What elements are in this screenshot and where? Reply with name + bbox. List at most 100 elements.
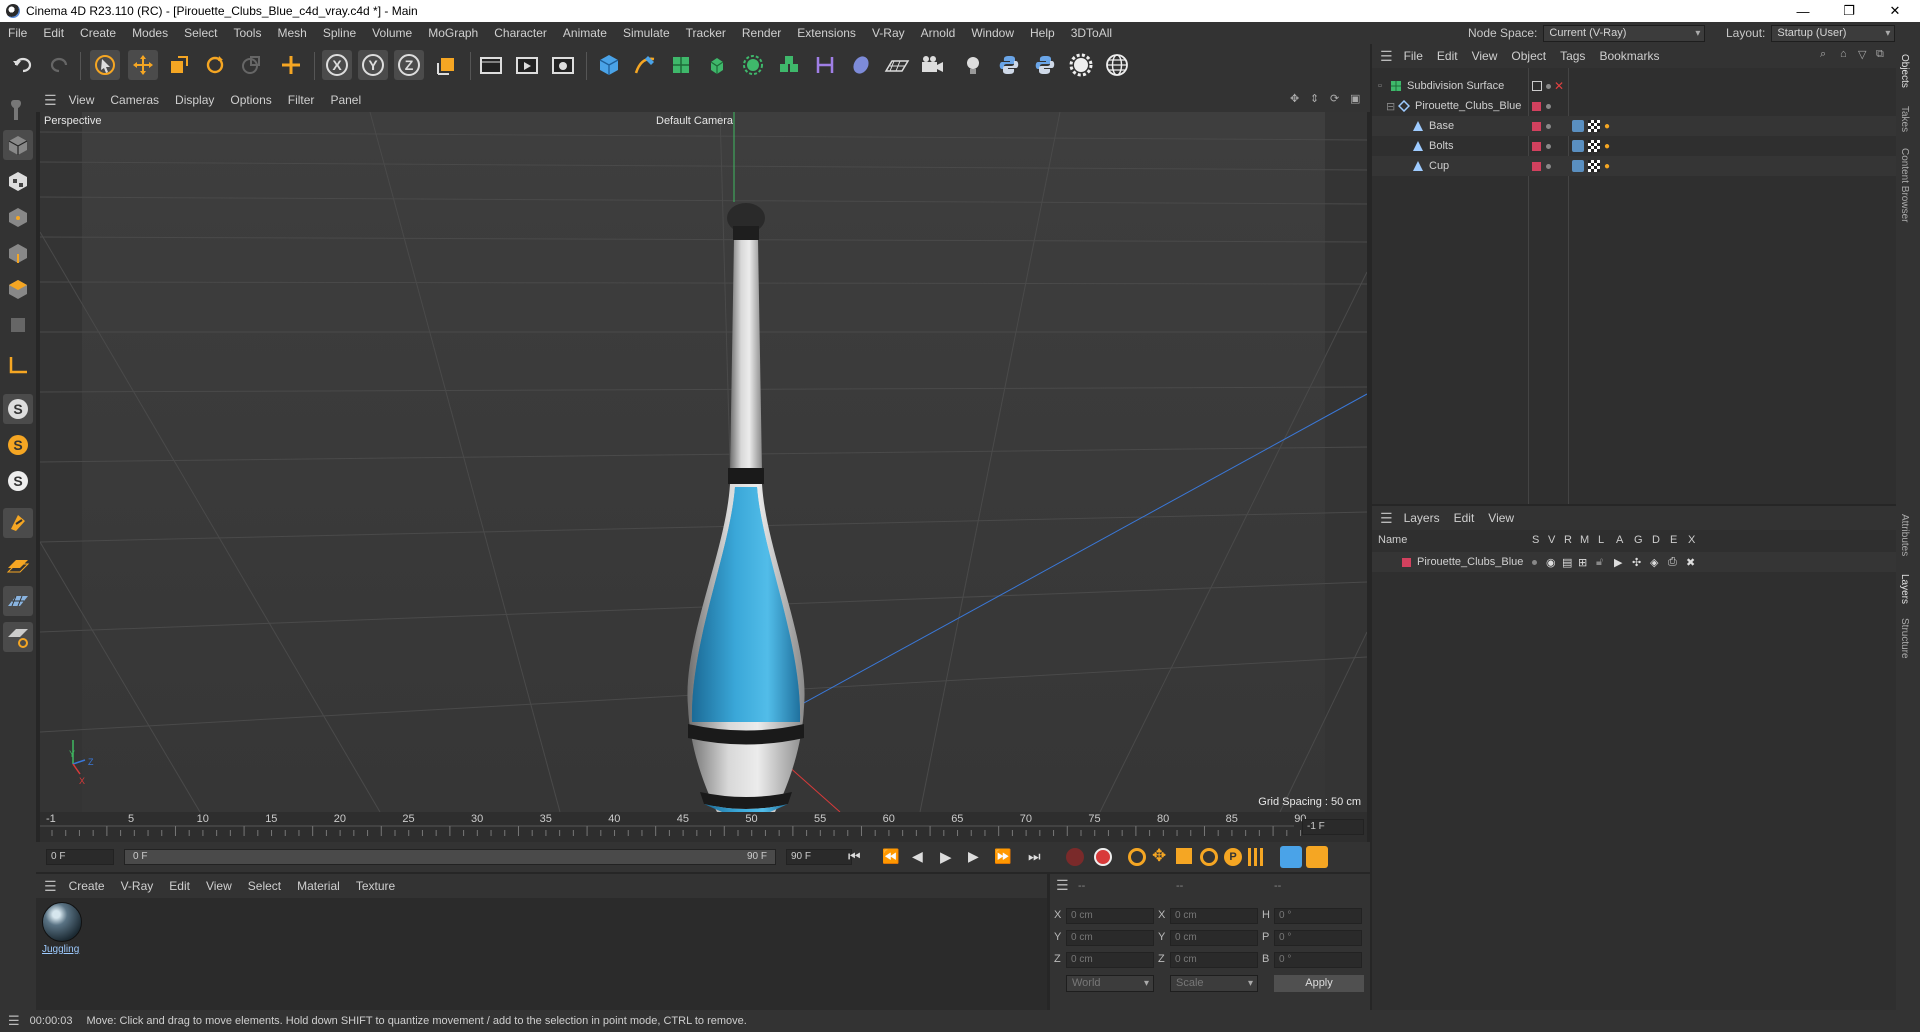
python-generator-icon[interactable] bbox=[1030, 50, 1060, 80]
subdivision-surface-icon[interactable] bbox=[666, 50, 696, 80]
viewport-menu-cameras[interactable]: Cameras bbox=[102, 93, 167, 107]
frame-range-slider[interactable]: 0 F 90 F bbox=[124, 849, 776, 865]
model-mode-icon[interactable] bbox=[3, 130, 33, 160]
phong-tag-icon[interactable] bbox=[1572, 140, 1584, 152]
cloner-icon[interactable] bbox=[738, 50, 768, 80]
layer-render-icon[interactable]: ▤ bbox=[1562, 556, 1572, 569]
camera-object-icon[interactable] bbox=[918, 50, 948, 80]
subdivision-edit-toggle-icon[interactable] bbox=[1532, 81, 1542, 91]
vray-tag-icon[interactable]: ● bbox=[1604, 141, 1610, 152]
tab-content-browser[interactable]: Content Browser bbox=[1899, 148, 1910, 222]
floor-object-icon[interactable] bbox=[882, 50, 912, 80]
timeline-window-icon[interactable] bbox=[1306, 846, 1328, 868]
layer-xref-icon[interactable]: ✖ bbox=[1686, 556, 1695, 569]
layer-header-expressions[interactable]: E bbox=[1670, 534, 1677, 546]
status-hamburger-icon[interactable]: ☰ bbox=[0, 1013, 30, 1029]
previous-key-icon[interactable]: ⏪ bbox=[882, 848, 899, 865]
locked-workplane-icon[interactable] bbox=[3, 586, 33, 616]
size-x-field[interactable]: 0 cm bbox=[1170, 908, 1258, 924]
tab-objects[interactable]: Objects bbox=[1899, 54, 1910, 88]
uv-mode-icon[interactable] bbox=[3, 310, 33, 340]
deformer-icon[interactable] bbox=[810, 50, 840, 80]
cube-object-icon[interactable] bbox=[594, 50, 624, 80]
texture-mode-icon[interactable] bbox=[3, 166, 33, 196]
viewport-move-icon[interactable]: ✥ bbox=[1290, 92, 1299, 105]
layers-menu-view[interactable]: View bbox=[1481, 511, 1521, 525]
scale-tool-icon[interactable] bbox=[164, 50, 194, 80]
objects-search-icon[interactable]: ⌕ bbox=[1820, 48, 1826, 61]
layer-solo-icon[interactable] bbox=[1532, 556, 1537, 568]
material-menu-view[interactable]: View bbox=[198, 879, 240, 893]
objects-menu-view[interactable]: View bbox=[1465, 49, 1505, 63]
object-row-subdivision-surface[interactable]: ▫ Subdivision Surface ✕ bbox=[1372, 76, 1896, 96]
material-menu-create[interactable]: Create bbox=[61, 879, 113, 893]
python-script-icon[interactable] bbox=[994, 50, 1024, 80]
x-axis-lock-icon[interactable]: X bbox=[322, 50, 352, 80]
tab-takes[interactable]: Takes bbox=[1899, 106, 1910, 132]
pos-z-field[interactable]: 0 cm bbox=[1066, 952, 1154, 968]
edges-mode-icon[interactable] bbox=[3, 238, 33, 268]
menu-simulate[interactable]: Simulate bbox=[615, 22, 678, 44]
object-row-cup[interactable]: Cup ● bbox=[1372, 156, 1896, 176]
menu-vray[interactable]: V-Ray bbox=[864, 22, 913, 44]
layer-generators-icon[interactable]: ✣ bbox=[1632, 556, 1641, 569]
minimize-button[interactable]: — bbox=[1780, 0, 1826, 22]
make-editable-icon[interactable] bbox=[3, 94, 33, 124]
layer-color-tag[interactable] bbox=[1532, 101, 1541, 111]
material-tag-icon[interactable] bbox=[1588, 140, 1600, 152]
key-point-level-icon[interactable] bbox=[1248, 848, 1266, 866]
layer-manager-icon[interactable]: ⊞ bbox=[1578, 556, 1587, 569]
key-scale-icon[interactable] bbox=[1176, 848, 1192, 864]
layer-view-eye-icon[interactable]: ◉ bbox=[1546, 556, 1556, 569]
key-rotation-icon[interactable] bbox=[1200, 848, 1218, 866]
size-mode-dropdown[interactable]: Scale bbox=[1170, 975, 1258, 992]
snap-enable-icon[interactable]: S bbox=[3, 394, 33, 424]
menu-modes[interactable]: Modes bbox=[124, 22, 176, 44]
menu-character[interactable]: Character bbox=[486, 22, 555, 44]
extrude-icon[interactable] bbox=[702, 50, 732, 80]
undo-icon[interactable] bbox=[8, 50, 38, 80]
rot-p-field[interactable]: 0 ° bbox=[1274, 930, 1362, 946]
layer-header-solo[interactable]: S bbox=[1532, 534, 1539, 546]
layer-header-render[interactable]: R bbox=[1564, 534, 1572, 546]
viewport-hamburger-icon[interactable]: ☰ bbox=[36, 92, 61, 109]
workplane-icon[interactable] bbox=[3, 550, 33, 580]
menu-volume[interactable]: Volume bbox=[364, 22, 420, 44]
end-frame-field[interactable]: 90 F bbox=[786, 849, 852, 865]
tweak-mode-icon[interactable] bbox=[3, 508, 33, 538]
close-button[interactable]: ✕ bbox=[1872, 0, 1918, 22]
phong-tag-icon[interactable] bbox=[1572, 120, 1584, 132]
visibility-dots[interactable] bbox=[1546, 80, 1551, 92]
size-y-field[interactable]: 0 cm bbox=[1170, 930, 1258, 946]
menu-spline[interactable]: Spline bbox=[315, 22, 364, 44]
menu-mesh[interactable]: Mesh bbox=[269, 22, 314, 44]
y-axis-lock-icon[interactable]: Y bbox=[358, 50, 388, 80]
tab-layers[interactable]: Layers bbox=[1899, 574, 1910, 604]
current-frame-field[interactable]: -1 F bbox=[1302, 819, 1364, 835]
vray-settings-gear-icon[interactable] bbox=[1066, 50, 1096, 80]
render-to-picture-viewer-icon[interactable] bbox=[512, 50, 542, 80]
layer-row-pirouette-clubs-blue[interactable]: Pirouette_Clubs_Blue ◉ ▤ ⊞ 🔓︎ ▶ ✣ ◈ ⎙ ✖ bbox=[1372, 552, 1896, 572]
redo-icon[interactable] bbox=[44, 50, 74, 80]
visibility-dots[interactable] bbox=[1546, 120, 1551, 132]
autokey-icon[interactable] bbox=[1094, 848, 1112, 866]
layer-header-locked[interactable]: L bbox=[1598, 534, 1604, 546]
objects-menu-tags[interactable]: Tags bbox=[1553, 49, 1592, 63]
recent-tool-icon[interactable] bbox=[236, 50, 266, 80]
axis-mode-icon[interactable] bbox=[3, 350, 33, 380]
menu-animate[interactable]: Animate bbox=[555, 22, 615, 44]
menu-render[interactable]: Render bbox=[734, 22, 789, 44]
rot-h-field[interactable]: 0 ° bbox=[1274, 908, 1362, 924]
viewport-maximize-icon[interactable]: ▣ bbox=[1350, 92, 1360, 105]
add-tool-icon[interactable] bbox=[276, 50, 306, 80]
light-object-icon[interactable] bbox=[958, 50, 988, 80]
play-icon[interactable]: ▶ bbox=[940, 848, 952, 866]
menu-create[interactable]: Create bbox=[72, 22, 124, 44]
layer-header-xref[interactable]: X bbox=[1688, 534, 1695, 546]
viewport-menu-options[interactable]: Options bbox=[222, 93, 279, 107]
menu-extensions[interactable]: Extensions bbox=[789, 22, 864, 44]
polygons-mode-icon[interactable] bbox=[3, 274, 33, 304]
pos-x-field[interactable]: 0 cm bbox=[1066, 908, 1154, 924]
menu-select[interactable]: Select bbox=[176, 22, 225, 44]
layers-hamburger-icon[interactable]: ☰ bbox=[1372, 510, 1397, 527]
